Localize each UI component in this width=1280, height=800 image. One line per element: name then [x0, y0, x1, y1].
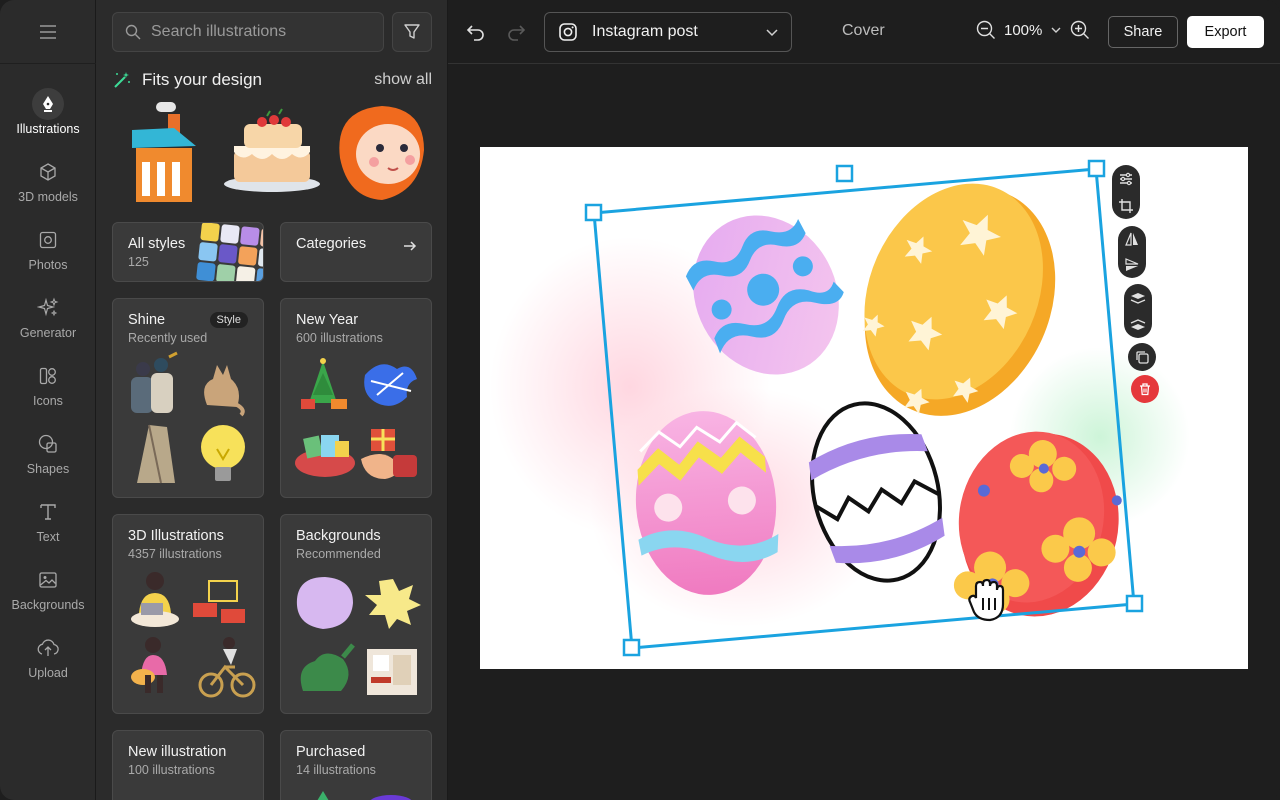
- 3d-previews: [131, 572, 256, 698]
- fits-title: Fits your design: [142, 70, 262, 89]
- chevron-down-icon[interactable]: [1050, 24, 1062, 36]
- editor-toolbar: Instagram post Cover 100% Share Export: [448, 0, 1280, 64]
- show-all-link[interactable]: show all: [374, 71, 432, 89]
- zoom-level[interactable]: 100%: [1004, 22, 1042, 39]
- card-title: New illustration: [128, 744, 227, 760]
- rail-item-photos[interactable]: Photos: [0, 212, 96, 280]
- flip-vertical-icon[interactable]: [1124, 257, 1140, 273]
- adjust-sliders-icon[interactable]: [1118, 171, 1134, 187]
- filter-button[interactable]: [392, 12, 432, 52]
- rail-item-label: Illustrations: [16, 122, 80, 136]
- rail-item-icons[interactable]: Icons: [0, 348, 96, 416]
- rail-item-label: Upload: [28, 666, 68, 680]
- cube-icon: [32, 156, 64, 188]
- illustration-library-panel: Fits your design show all: [96, 0, 448, 800]
- chevron-down-icon: [766, 29, 778, 37]
- undo-button[interactable]: [464, 20, 488, 44]
- duplicate-button[interactable]: [1128, 343, 1156, 371]
- bring-forward-icon[interactable]: [1130, 290, 1146, 306]
- left-rail: Illustrations 3D models Photos Generator…: [0, 0, 96, 800]
- redo-button[interactable]: [504, 20, 528, 44]
- girl-face-illustration[interactable]: [339, 106, 424, 200]
- instagram-icon: [559, 23, 577, 41]
- crop-icon[interactable]: [1118, 198, 1134, 214]
- rail-item-text[interactable]: Text: [0, 484, 96, 552]
- 3d-illustrations-card[interactable]: 3D Illustrations 4357 illustrations: [112, 514, 264, 714]
- send-backward-icon[interactable]: [1130, 317, 1146, 333]
- shine-style-card[interactable]: Shine Recently used Style: [112, 298, 264, 498]
- icons-icon: [32, 360, 64, 392]
- export-button[interactable]: Export: [1187, 16, 1264, 48]
- layer-order-group: [1124, 284, 1152, 338]
- app-window: Illustrations 3D models Photos Generator…: [0, 0, 1280, 800]
- text-icon: [32, 496, 64, 528]
- shapes-icon: [32, 428, 64, 460]
- flip-group: [1118, 226, 1146, 278]
- rail-item-illustrations[interactable]: Illustrations: [0, 76, 96, 144]
- zoom-out-icon[interactable]: [976, 20, 996, 40]
- filter-icon: [404, 24, 420, 39]
- new-illustration-card[interactable]: New illustration 100 illustrations: [112, 730, 264, 800]
- redo-icon: [508, 25, 526, 41]
- trash-icon: [1140, 383, 1150, 396]
- card-title: Categories: [296, 236, 367, 252]
- rail-item-label: Icons: [33, 394, 63, 408]
- shine-previews: [131, 351, 245, 484]
- zoom-in-icon[interactable]: [1070, 20, 1090, 40]
- purchased-card[interactable]: Purchased 14 illustrations: [280, 730, 432, 800]
- new-year-previews: [295, 358, 417, 479]
- backgrounds-card[interactable]: Backgrounds Recommended: [280, 514, 432, 714]
- search-input[interactable]: [151, 23, 371, 41]
- purchased-previews: [317, 791, 412, 800]
- share-button[interactable]: Share: [1108, 16, 1178, 48]
- hamburger-menu-button[interactable]: [0, 0, 96, 64]
- photo-icon: [32, 224, 64, 256]
- rail-item-backgrounds[interactable]: Backgrounds: [0, 552, 96, 620]
- delete-button[interactable]: [1131, 375, 1159, 403]
- adjust-crop-group: [1112, 165, 1140, 219]
- rail-item-label: 3D models: [18, 190, 78, 204]
- hamburger-icon: [40, 24, 56, 39]
- rail-item-label: Backgrounds: [11, 598, 85, 612]
- image-icon: [32, 564, 64, 596]
- card-title: All styles: [128, 236, 186, 252]
- rail-item-generator[interactable]: Generator: [0, 280, 96, 348]
- format-label: Instagram post: [592, 23, 698, 40]
- search-box[interactable]: [112, 12, 384, 52]
- format-select[interactable]: Instagram post: [544, 12, 792, 52]
- rail-item-label: Text: [36, 530, 60, 544]
- new-year-card[interactable]: New Year 600 illustrations: [280, 298, 432, 498]
- rail-item-3d-models[interactable]: 3D models: [0, 144, 96, 212]
- styles-collage: [196, 223, 263, 281]
- magic-wand-icon: [114, 72, 130, 88]
- zoom-controls: 100%: [976, 20, 1090, 40]
- duplicate-icon: [1136, 351, 1149, 364]
- all-styles-card[interactable]: All styles 125: [112, 222, 264, 282]
- upload-cloud-icon: [32, 632, 64, 664]
- search-icon: [125, 24, 141, 40]
- sparkles-icon: [32, 292, 64, 324]
- rail-item-upload[interactable]: Upload: [0, 620, 96, 688]
- cover-tab[interactable]: Cover: [842, 22, 885, 40]
- flip-horizontal-icon[interactable]: [1124, 231, 1140, 247]
- suggested-illustrations: [112, 100, 432, 208]
- house-illustration[interactable]: [132, 102, 196, 202]
- rail-item-label: Shapes: [26, 462, 70, 476]
- rail-item-label: Generator: [19, 326, 77, 340]
- backgrounds-previews: [296, 577, 421, 695]
- categories-card[interactable]: Categories: [280, 222, 432, 282]
- card-count: 125: [128, 255, 149, 269]
- fits-your-design-header: Fits your design show all: [112, 68, 432, 92]
- arrow-right-icon: [404, 241, 417, 251]
- cake-illustration[interactable]: [224, 108, 320, 192]
- undo-icon: [466, 25, 484, 41]
- rail-item-shapes[interactable]: Shapes: [0, 416, 96, 484]
- pen-nib-icon: [32, 88, 64, 120]
- card-subtitle: 100 illustrations: [128, 763, 215, 777]
- rail-item-label: Photos: [28, 258, 68, 272]
